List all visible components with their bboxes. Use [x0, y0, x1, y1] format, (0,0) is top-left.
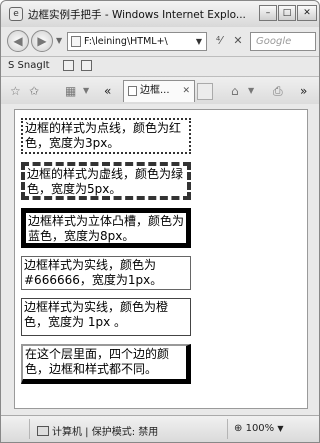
status-divider: [29, 419, 30, 439]
solid-orange-border-box: 边框样式为实线，颜色为橙色，宽度为 1px 。: [21, 298, 191, 336]
ridge-border-box: 边框样式为立体凸槽，颜色为蓝色，宽度为8px。: [21, 208, 191, 248]
add-favorites-icon[interactable]: ✩: [29, 84, 39, 98]
maximize-button[interactable]: □: [278, 5, 296, 21]
address-dropdown-icon[interactable]: ▼: [196, 33, 202, 50]
zone-text: 计算机 | 保护模式: 禁用: [52, 427, 159, 438]
refresh-button[interactable]: ⁴⁄: [210, 33, 228, 50]
tab-scroll-left-icon[interactable]: «: [104, 84, 111, 98]
solid-gray-border-box: 边框样式为实线，颜色为#666666，宽度为1px。: [21, 256, 191, 290]
close-button[interactable]: ✕: [297, 5, 317, 21]
history-dropdown-icon[interactable]: ▼: [56, 36, 62, 45]
quick-tabs-icon[interactable]: ▦: [65, 84, 76, 98]
address-url: F:\leining\HTML+\: [84, 36, 168, 47]
browser-window: e 边框实例手把手 - Windows Internet Explo... – …: [0, 0, 320, 443]
new-tab-button[interactable]: [197, 83, 213, 100]
tab-close-icon[interactable]: ✕: [182, 81, 190, 101]
stop-button[interactable]: ✕: [229, 33, 247, 50]
zoom-dropdown-icon[interactable]: ▼: [277, 424, 283, 433]
title-bar: e 边框实例手把手 - Windows Internet Explo... – …: [1, 1, 319, 27]
home-dropdown-icon[interactable]: ▼: [248, 86, 254, 95]
favorites-star-icon[interactable]: ☆: [10, 84, 21, 98]
snagit-edit-icon[interactable]: [81, 60, 92, 72]
window-title: 边框实例手把手 - Windows Internet Explo...: [28, 9, 246, 21]
forward-button[interactable]: ▶: [31, 30, 53, 52]
page-content: 边框的样式为点线，颜色为红色，宽度为3px。 边框的样式为虚线，颜色为绿色，宽度…: [14, 109, 308, 409]
mixed-border-box: 在这个层里面，四个边的颜色，边框和样式都不同。: [21, 344, 191, 384]
tab-page-icon: [128, 86, 137, 96]
snagit-capture-icon[interactable]: [63, 60, 74, 72]
tab-active[interactable]: 边框... ✕: [123, 80, 195, 102]
snagit-button[interactable]: S SnagIt: [8, 60, 50, 71]
tab-label: 边框...: [140, 85, 170, 96]
dotted-border-box: 边框的样式为点线，颜色为红色，宽度为3px。: [21, 118, 191, 154]
minimize-button[interactable]: –: [259, 5, 277, 21]
zone-status[interactable]: 计算机 | 保护模式: 禁用: [37, 423, 158, 438]
ie-app-icon: e: [9, 7, 23, 21]
tab-list-dropdown-icon[interactable]: ▼: [83, 86, 89, 95]
zoom-text: 100%: [245, 423, 275, 434]
computer-icon: [37, 426, 49, 436]
more-tools-icon[interactable]: »: [300, 84, 307, 98]
status-bar: 计算机 | 保护模式: 禁用 ⊕ 100% ▼: [1, 415, 319, 442]
address-field[interactable]: F:\leining\HTML+\ ▼: [67, 32, 207, 51]
snagit-icon: S: [8, 60, 15, 71]
zoom-control[interactable]: ⊕ 100% ▼: [234, 423, 284, 434]
print-icon[interactable]: ⎙: [273, 84, 283, 99]
home-icon[interactable]: ⌂: [231, 84, 239, 98]
search-input[interactable]: Google: [250, 32, 316, 51]
dashed-border-box: 边框的样式为虚线，颜色为绿色，宽度为5px。: [21, 162, 191, 200]
zoom-icon: ⊕: [234, 423, 243, 434]
tab-bar: ☆ ✩ ▦ ▼ « 边框... ✕ ⌂ ▼ ⎙ »: [1, 76, 319, 104]
back-button[interactable]: ◀: [7, 30, 29, 52]
snagit-label: SnagIt: [17, 60, 50, 71]
status-divider: [227, 419, 228, 439]
links-bar: S SnagIt: [1, 56, 319, 76]
address-row: ◀ ▶ ▼ F:\leining\HTML+\ ▼ ⁴⁄ ✕ Google: [1, 27, 319, 55]
page-icon: [71, 36, 81, 47]
